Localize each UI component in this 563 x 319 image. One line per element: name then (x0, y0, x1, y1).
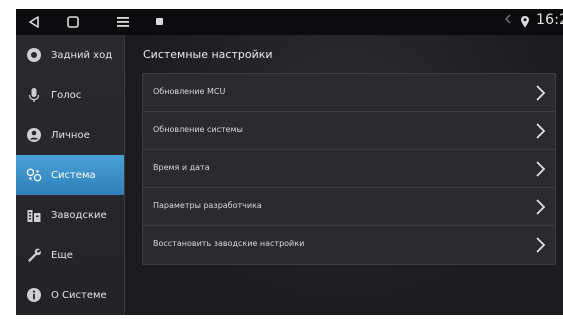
sidebar-item-label: Заводские (51, 209, 107, 221)
sidebar-item-about[interactable]: О Системе (16, 275, 124, 315)
back-button[interactable] (24, 11, 44, 33)
chevron-right-icon (536, 85, 546, 101)
sidebar-item-label: О Системе (51, 289, 107, 301)
main-content: Системные настройки Обновление MCU Обнов… (125, 35, 563, 315)
sidebar-item-label: Голос (51, 89, 82, 101)
chevron-right-icon (536, 123, 546, 139)
back-icon (29, 16, 39, 28)
page-title: Системные настройки (143, 48, 273, 61)
menu-button[interactable] (112, 11, 134, 33)
sidebar-item-rear-view[interactable]: Задний ход (16, 35, 124, 75)
camera-icon (26, 47, 42, 63)
head-unit-screen: 16:2 Задний ход Голос Личное Система (16, 9, 563, 315)
setting-row-label: Восстановить заводские настройки (153, 239, 305, 248)
sidebar-item-voice[interactable]: Голос (16, 75, 124, 115)
chevron-right-icon (536, 199, 546, 215)
sidebar-item-label: Еще (51, 249, 73, 261)
sidebar-item-system[interactable]: Система (16, 155, 124, 195)
wrench-icon (26, 247, 42, 263)
notification-icon (156, 18, 163, 25)
setting-row-label: Время и дата (153, 163, 210, 172)
sidebar-item-personal[interactable]: Личное (16, 115, 124, 155)
setting-row-label: Обновление MCU (153, 87, 226, 96)
sidebar-item-label: Система (51, 169, 96, 181)
microphone-icon (26, 87, 42, 103)
setting-row-date-time[interactable]: Время и дата (143, 150, 555, 188)
setting-row-factory-reset[interactable]: Восстановить заводские настройки (143, 226, 555, 264)
status-bar: 16:2 (16, 9, 563, 35)
info-icon (26, 287, 42, 303)
toggle-icon (26, 167, 42, 183)
setting-row-label: Параметры разработчика (153, 201, 262, 210)
clock: 16:2 (536, 12, 563, 28)
menu-icon (117, 17, 129, 27)
chevron-right-icon (536, 161, 546, 177)
sidebar-item-factory[interactable]: Заводские (16, 195, 124, 235)
location-icon (520, 14, 530, 33)
setting-row-system-update[interactable]: Обновление системы (143, 112, 555, 150)
setting-row-mcu-update[interactable]: Обновление MCU (143, 74, 555, 112)
setting-row-label: Обновление системы (153, 125, 243, 134)
sidebar-item-label: Задний ход (51, 49, 113, 61)
settings-sidebar: Задний ход Голос Личное Система Заводски… (16, 35, 125, 315)
signal-icon (504, 13, 512, 28)
home-icon (67, 16, 79, 28)
settings-list: Обновление MCU Обновление системы Время … (142, 73, 556, 265)
home-button[interactable] (62, 11, 84, 33)
building-icon (26, 207, 42, 223)
setting-row-developer-options[interactable]: Параметры разработчика (143, 188, 555, 226)
sidebar-item-label: Личное (51, 129, 90, 141)
sidebar-item-more[interactable]: Еще (16, 235, 124, 275)
person-icon (26, 127, 42, 143)
chevron-right-icon (536, 237, 546, 253)
